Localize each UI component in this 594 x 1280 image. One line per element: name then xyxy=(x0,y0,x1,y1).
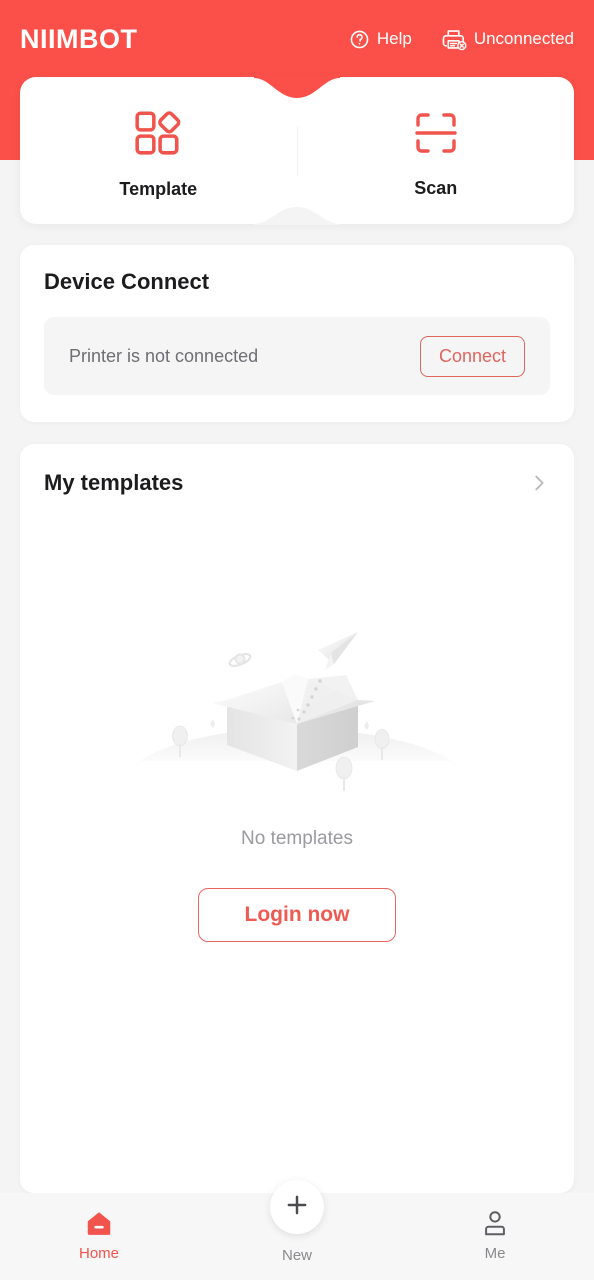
quick-action-template-label: Template xyxy=(119,178,198,199)
header-actions: Help Unconnected xyxy=(349,28,574,51)
card-top-notch xyxy=(254,76,340,100)
home-icon xyxy=(84,1207,114,1239)
help-button[interactable]: Help xyxy=(349,29,412,50)
printer-status-text: Printer is not connected xyxy=(69,345,259,366)
app-brand-logo: NIIMBOT xyxy=(20,23,138,54)
chevron-right-icon[interactable] xyxy=(528,472,550,494)
app-header: NIIMBOT Help Unconnected xyxy=(0,0,594,78)
login-now-button[interactable]: Login now xyxy=(197,888,397,942)
plus-icon xyxy=(283,1191,311,1224)
nav-label-new: New xyxy=(281,1247,312,1264)
empty-state-text: No templates xyxy=(241,828,353,849)
connection-status-button[interactable]: Unconnected xyxy=(442,28,574,51)
scan-frame-icon xyxy=(412,109,460,162)
nav-item-home[interactable]: Home xyxy=(0,1207,198,1262)
quick-actions-card: Template Scan xyxy=(20,76,574,225)
device-connect-card: Device Connect Printer is not connected … xyxy=(20,245,574,422)
question-circle-icon xyxy=(349,29,370,50)
connection-status-label: Unconnected xyxy=(473,29,574,48)
template-grid-icon xyxy=(133,108,183,163)
templates-empty-state: No templates Login now xyxy=(44,496,550,1193)
person-icon xyxy=(480,1207,510,1239)
app-screen: NIIMBOT Help Unconnected Template Scan D… xyxy=(0,0,594,1280)
printer-status-strip: Printer is not connected Connect xyxy=(44,317,550,395)
card-bottom-notch xyxy=(254,205,340,225)
nav-item-me[interactable]: Me xyxy=(396,1207,594,1262)
help-label: Help xyxy=(376,29,412,48)
device-connect-title: Device Connect xyxy=(44,269,210,294)
open-box-paper-plane-illustration xyxy=(132,606,462,806)
my-templates-title: My templates xyxy=(44,470,184,495)
my-templates-card: My templates No templates Login now xyxy=(20,444,574,1193)
new-label-fab-button[interactable] xyxy=(270,1180,324,1234)
nav-label-me: Me xyxy=(484,1245,506,1262)
printer-disconnected-icon xyxy=(442,28,467,51)
connect-button[interactable]: Connect xyxy=(419,335,525,377)
quick-action-scan-label: Scan xyxy=(414,177,458,198)
my-templates-header[interactable]: My templates xyxy=(44,470,550,496)
nav-label-home: Home xyxy=(78,1245,119,1262)
